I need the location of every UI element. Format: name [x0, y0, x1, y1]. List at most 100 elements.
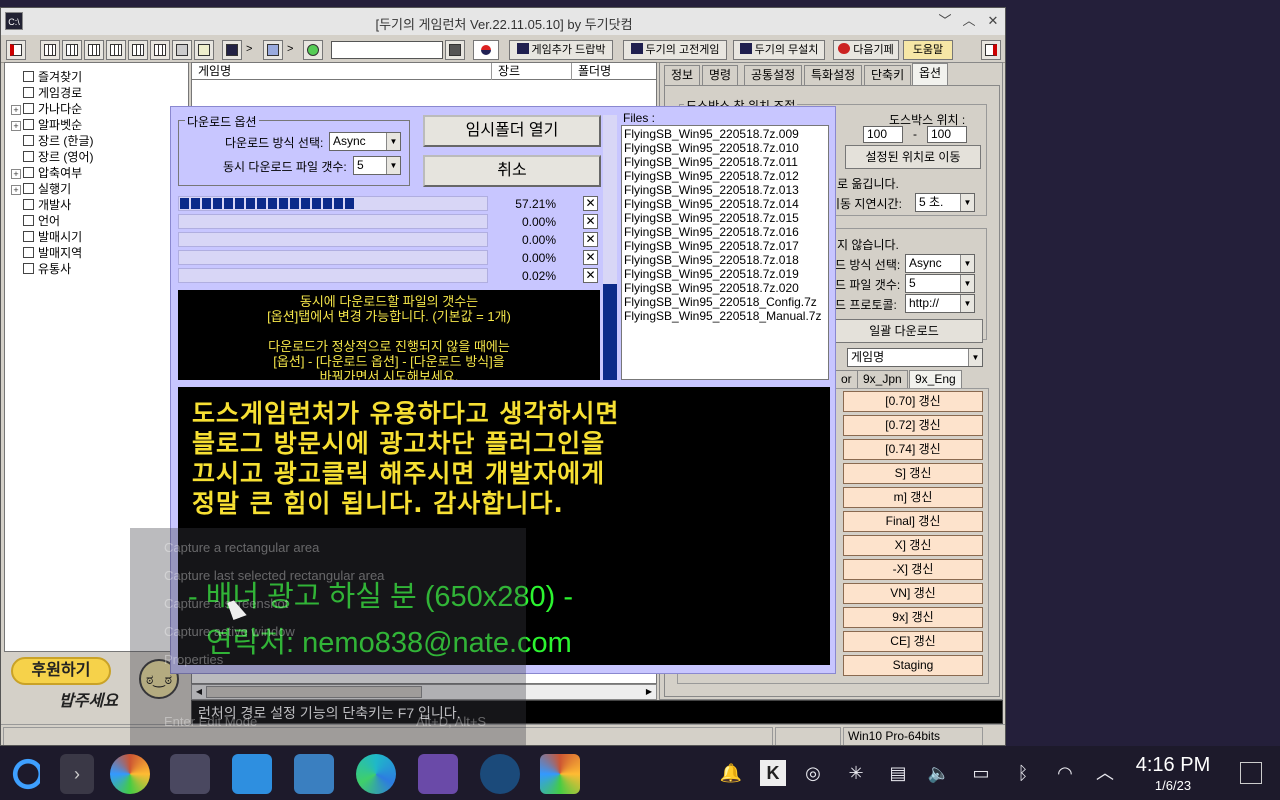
expand-plus-icon[interactable]: + — [11, 121, 21, 131]
file-item[interactable]: FlyingSB_Win95_220518.7z.011 — [624, 155, 828, 169]
file-item[interactable]: FlyingSB_Win95_220518.7z.020 — [624, 281, 828, 295]
search-input[interactable] — [331, 41, 443, 59]
title-bar[interactable]: C:\ [두기의 게임런처 Ver.22.11.05.10] by 두기닷컴 ﹀… — [1, 8, 1005, 35]
tree-checkbox[interactable] — [23, 87, 34, 98]
cancel-item-icon[interactable]: ✕ — [583, 214, 598, 229]
minimize-icon[interactable]: ﹀ — [935, 12, 955, 30]
move-delay-select[interactable]: 5 초. ▼ — [915, 193, 975, 212]
column-genre[interactable]: 장르 — [492, 63, 572, 80]
tab-options[interactable]: 옵션 — [912, 63, 949, 86]
tab-commands[interactable]: 명령 — [702, 65, 739, 85]
column-game-name[interactable]: 게임명 — [192, 63, 492, 80]
view-large-icon[interactable] — [40, 40, 60, 60]
battery-icon[interactable]: ▭ — [968, 760, 994, 786]
file-item[interactable]: FlyingSB_Win95_220518.7z.015 — [624, 211, 828, 225]
update-button[interactable]: Staging — [843, 655, 983, 676]
tools-icon[interactable] — [194, 40, 214, 60]
tree-node[interactable]: 발매지역 — [11, 245, 82, 261]
tree-node[interactable]: 게임경로 — [11, 85, 82, 101]
file-item[interactable]: FlyingSB_Win95_220518.7z.012 — [624, 169, 828, 183]
update-button[interactable]: S] 갱신 — [843, 463, 983, 484]
file-item[interactable]: FlyingSB_Win95_220518.7z.017 — [624, 239, 828, 253]
download-count-select[interactable]: 5 ▼ — [905, 274, 975, 293]
view-grid-icon[interactable] — [150, 40, 170, 60]
sort-select[interactable]: 게임명 ▼ — [847, 348, 983, 367]
update-button[interactable]: [0.74] 갱신 — [843, 439, 983, 460]
dos-icon[interactable] — [222, 40, 242, 60]
position-x-field[interactable]: 100 — [863, 126, 903, 143]
open-temp-folder-button[interactable]: 임시폴더 열기 — [423, 115, 601, 147]
context-menu-item[interactable]: Capture last selected rectangular area — [164, 568, 384, 583]
update-button[interactable]: 9x] 갱신 — [843, 607, 983, 628]
file-item[interactable]: FlyingSB_Win95_220518.7z.009 — [624, 127, 828, 141]
file-item[interactable]: FlyingSB_Win95_220518_Manual.7z — [624, 309, 828, 323]
clipboard-icon[interactable]: ▤ — [885, 760, 911, 786]
column-folder[interactable]: 폴더명 — [572, 63, 656, 80]
sort-icon[interactable] — [172, 40, 192, 60]
position-y-field[interactable]: 100 — [927, 126, 967, 143]
tree-checkbox[interactable] — [23, 183, 34, 194]
maximize-icon[interactable]: ︿ — [959, 12, 979, 30]
tree-node[interactable]: 즐겨찾기 — [11, 69, 82, 85]
tree-node[interactable]: + 실행기 — [11, 181, 71, 197]
update-button[interactable]: -X] 갱신 — [843, 559, 983, 580]
subtab-or[interactable]: or — [835, 370, 858, 388]
update-button[interactable]: Final] 갱신 — [843, 511, 983, 532]
file-item[interactable]: FlyingSB_Win95_220518.7z.016 — [624, 225, 828, 239]
store-bag-icon[interactable] — [232, 754, 272, 794]
tree-checkbox[interactable] — [23, 231, 34, 242]
tree-checkbox[interactable] — [23, 119, 34, 130]
tab-info[interactable]: 정보 — [664, 65, 701, 85]
expand-plus-icon[interactable]: + — [11, 169, 21, 179]
dl-method-select[interactable]: Async ▼ — [329, 132, 401, 151]
game-add-dropbox-button[interactable]: 게임추가 드랍박스 — [509, 40, 613, 74]
scroll-right-icon[interactable]: ▶ — [642, 685, 656, 699]
tree-node[interactable]: + 가나다순 — [11, 101, 82, 117]
game-launcher-icon[interactable] — [110, 754, 150, 794]
settings-sliders-icon[interactable] — [170, 754, 210, 794]
file-list[interactable]: FlyingSB_Win95_220518.7z.009 FlyingSB_Win… — [621, 125, 829, 380]
korean-flag-icon[interactable] — [473, 40, 499, 60]
close-icon[interactable]: ✕ — [983, 12, 1003, 30]
context-menu-item[interactable]: Capture active window — [164, 624, 295, 639]
edge-browser-icon[interactable] — [356, 754, 396, 794]
tab-shortcuts[interactable]: 단축키 — [864, 65, 912, 85]
wifi-icon[interactable]: ◠ — [1052, 760, 1078, 786]
tree-checkbox[interactable] — [23, 215, 34, 226]
tree-checkbox[interactable] — [23, 199, 34, 210]
binoculars-icon[interactable] — [445, 40, 465, 60]
start-menu-icon[interactable] — [10, 754, 40, 794]
file-item[interactable]: FlyingSB_Win95_220518.7z.018 — [624, 253, 828, 267]
refresh-icon[interactable] — [303, 40, 323, 60]
launcher-active-icon[interactable] — [540, 754, 580, 794]
update-button[interactable]: X] 갱신 — [843, 535, 983, 556]
info-scrollbar[interactable] — [603, 115, 617, 380]
cancel-item-icon[interactable]: ✕ — [583, 232, 598, 247]
tree-node[interactable]: 언어 — [11, 213, 60, 229]
update-button[interactable]: [0.72] 갱신 — [843, 415, 983, 436]
folder-icon[interactable] — [263, 40, 283, 60]
file-item[interactable]: FlyingSB_Win95_220518.7z.013 — [624, 183, 828, 197]
cancel-button[interactable]: 취소 — [423, 155, 601, 187]
tab-special-settings[interactable]: 특화설정 — [804, 65, 863, 85]
steam-tray-icon[interactable]: ◎ — [800, 760, 826, 786]
steam-icon[interactable] — [480, 754, 520, 794]
update-button[interactable]: m] 갱신 — [843, 487, 983, 508]
show-desktop-icon[interactable] — [1240, 762, 1262, 784]
tree-node[interactable]: + 압축여부 — [11, 165, 82, 181]
info-scroll-thumb[interactable] — [603, 284, 617, 380]
next-cafe-button[interactable]: 다음기페 — [833, 40, 899, 60]
window-mode-icon[interactable] — [981, 40, 1001, 60]
tree-node[interactable]: 장르 (한글) — [11, 133, 94, 149]
volume-icon[interactable]: 🔈 — [926, 760, 952, 786]
k-app-icon[interactable]: K — [760, 760, 786, 786]
tree-checkbox[interactable] — [23, 71, 34, 82]
batch-download-button[interactable]: 일괄 다운로드 — [825, 319, 983, 343]
network-hub-icon[interactable]: ✳ — [843, 760, 869, 786]
file-item[interactable]: FlyingSB_Win95_220518_Config.7z — [624, 295, 828, 309]
tree-checkbox[interactable] — [23, 263, 34, 274]
update-button[interactable]: VN] 갱신 — [843, 583, 983, 604]
file-item[interactable]: FlyingSB_Win95_220518.7z.010 — [624, 141, 828, 155]
donate-button[interactable]: 후원하기 — [11, 657, 111, 685]
file-item[interactable]: FlyingSB_Win95_220518.7z.014 — [624, 197, 828, 211]
